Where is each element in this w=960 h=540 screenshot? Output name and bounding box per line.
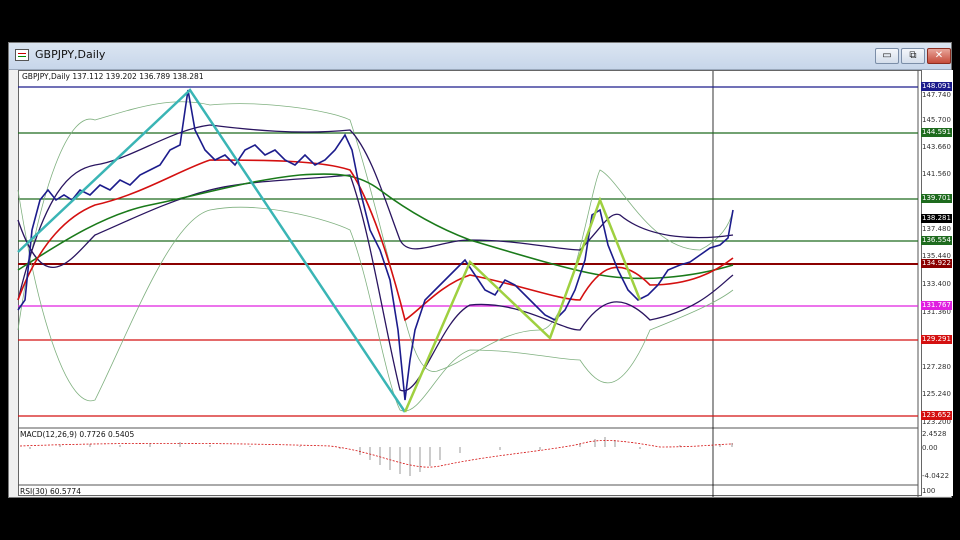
macd-drawing [19, 437, 734, 476]
rsi-label: RSI(30) 60.5774 [20, 487, 81, 496]
rsi-scale-top: 100 [922, 487, 936, 495]
